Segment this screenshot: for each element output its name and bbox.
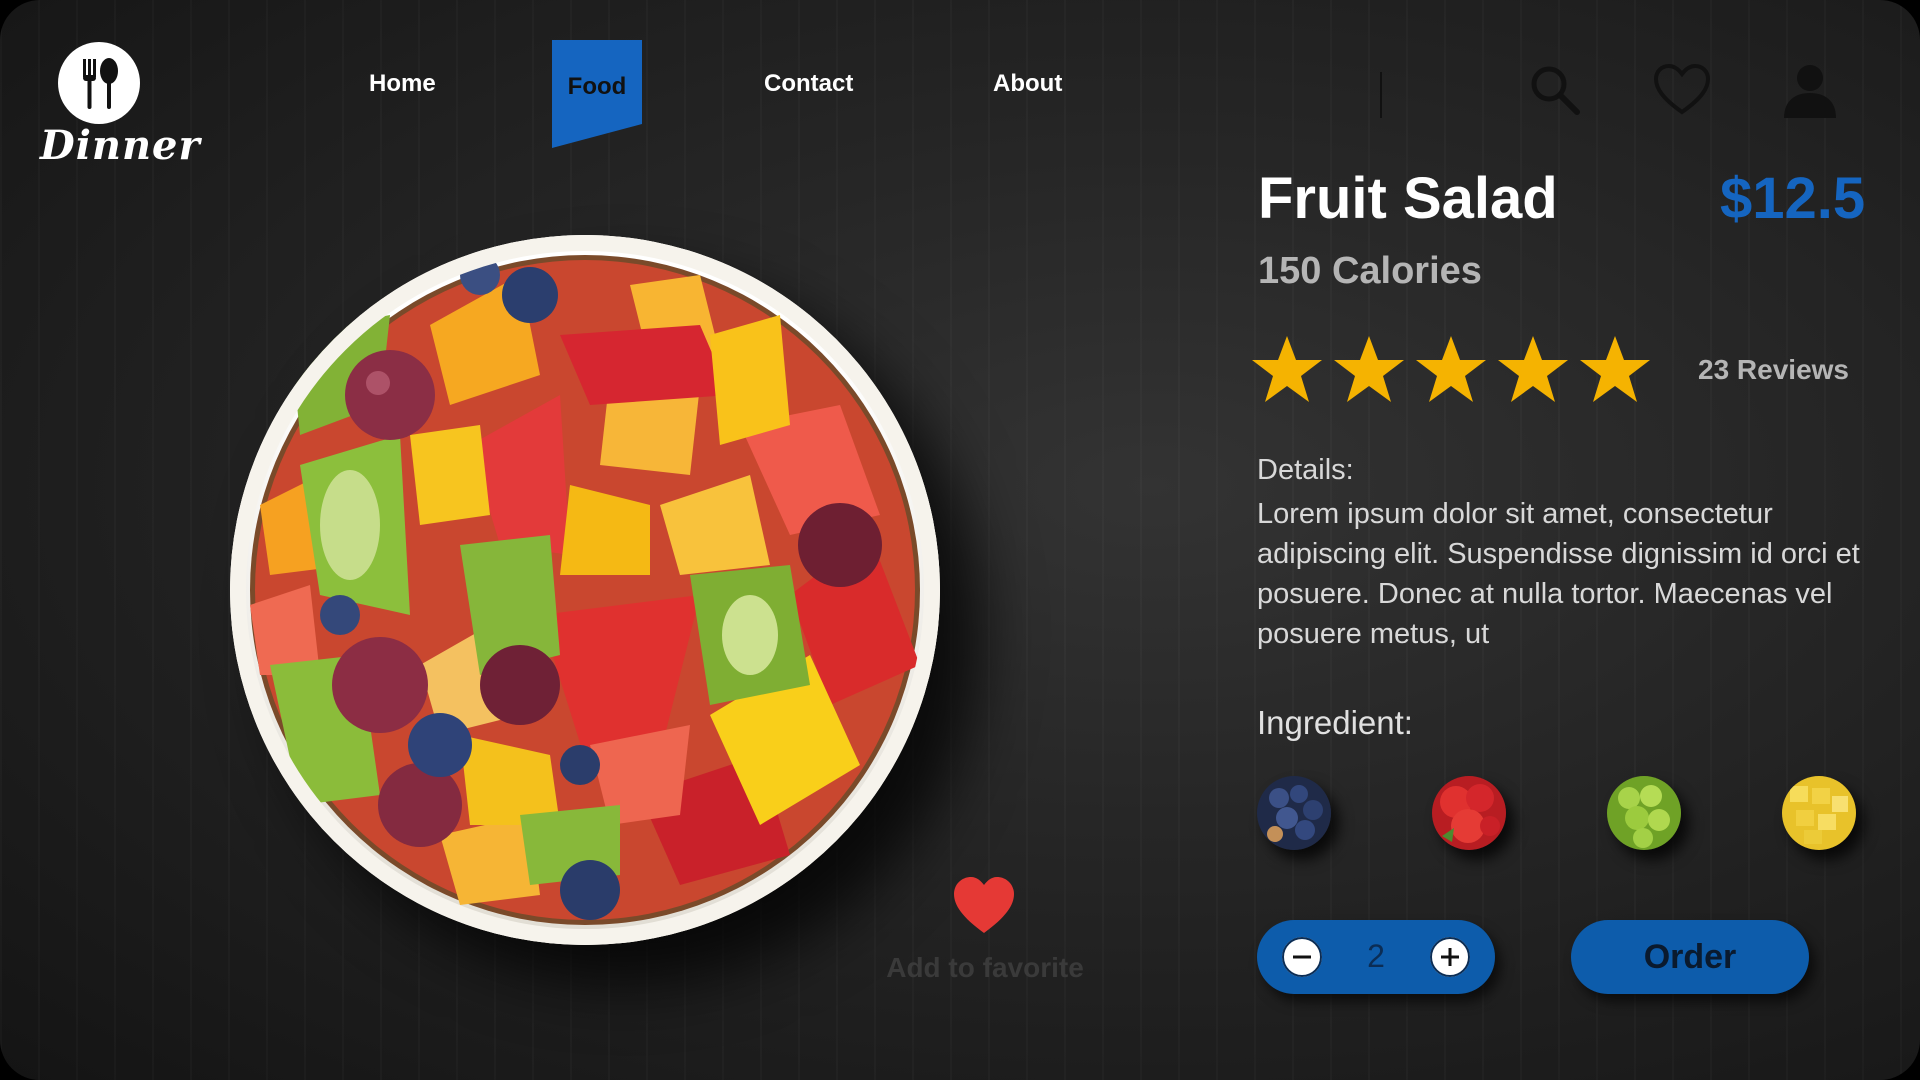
- product-title: Fruit Salad: [1258, 166, 1558, 231]
- brand-logo[interactable]: Dinner: [40, 42, 201, 172]
- ingredient-label: Ingredient:: [1257, 704, 1413, 741]
- details-label: Details:: [1257, 454, 1354, 486]
- star-icon: [1580, 336, 1650, 402]
- ingredient-blueberries[interactable]: [1257, 776, 1331, 850]
- order-button[interactable]: Order: [1571, 920, 1809, 994]
- nav-food-label: Food: [567, 73, 627, 100]
- search-icon[interactable]: [1525, 60, 1585, 120]
- rating-stars: [1250, 332, 1670, 406]
- star-icon: [1334, 336, 1404, 402]
- product-price: $12.5: [1720, 166, 1866, 231]
- app-frame: Dinner Home Food Contact About Add to fa…: [0, 0, 1920, 1080]
- add-to-favorite-label[interactable]: Add to favorite: [870, 952, 1100, 984]
- ingredient-strawberries[interactable]: [1432, 776, 1506, 850]
- user-icon[interactable]: [1780, 60, 1840, 120]
- nav-food[interactable]: Food: [552, 40, 642, 148]
- fork-spoon-icon: [58, 42, 140, 124]
- product-calories: 150 Calories: [1258, 250, 1482, 292]
- fruit-salad-image: [230, 235, 940, 945]
- nav-divider: [1380, 72, 1382, 118]
- nav-home[interactable]: Home: [369, 70, 436, 98]
- minus-icon[interactable]: [1282, 937, 1322, 977]
- details-text: Lorem ipsum dolor sit amet, consectetur …: [1257, 498, 1860, 650]
- ingredient-pineapple[interactable]: [1782, 776, 1856, 850]
- reviews-count[interactable]: 23 Reviews: [1698, 354, 1849, 386]
- quantity-stepper: 2: [1257, 920, 1495, 994]
- star-icon: [1416, 336, 1486, 402]
- brand-name: Dinner: [40, 122, 201, 169]
- nav-about[interactable]: About: [993, 70, 1062, 98]
- quantity-value[interactable]: 2: [1347, 938, 1405, 975]
- star-icon: [1252, 336, 1322, 402]
- heart-icon[interactable]: [952, 875, 1016, 935]
- plus-icon[interactable]: [1430, 937, 1470, 977]
- heart-outline-icon[interactable]: [1652, 60, 1712, 120]
- ingredient-grapes[interactable]: [1607, 776, 1681, 850]
- nav-contact[interactable]: Contact: [764, 70, 853, 98]
- star-icon: [1498, 336, 1568, 402]
